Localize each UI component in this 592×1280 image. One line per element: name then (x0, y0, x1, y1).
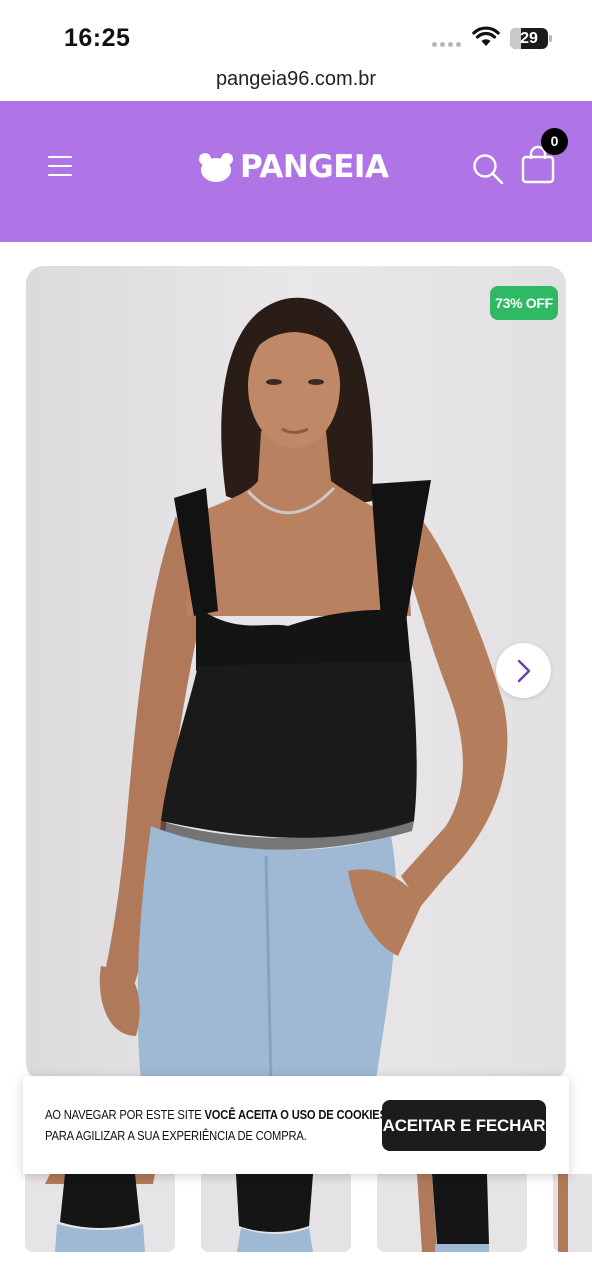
cellular-signal-icon (432, 42, 461, 47)
bear-logo-icon (199, 153, 233, 182)
cookie-text-part1: AO NAVEGAR POR ESTE SITE (45, 1107, 205, 1122)
status-time: 16:25 (64, 24, 131, 52)
chevron-right-icon (517, 659, 531, 683)
cookie-text-bold: VOCÊ ACEITA O USO DE COOKIES (204, 1107, 388, 1122)
brand-logo[interactable]: PANGEIA (198, 145, 389, 189)
cookie-consent-banner: AO NAVEGAR POR ESTE SITE VOCÊ ACEITA O U… (23, 1076, 569, 1174)
gallery-next-button[interactable] (496, 643, 551, 698)
search-icon[interactable] (470, 151, 506, 187)
gallery-thumbnail[interactable] (553, 1174, 592, 1252)
accept-cookies-button[interactable]: ACEITAR E FECHAR (382, 1100, 546, 1151)
battery-icon: 29 (510, 28, 552, 50)
gallery-thumbnail[interactable] (201, 1174, 351, 1252)
cart-count-badge: 0 (541, 128, 568, 155)
gallery-thumbnail[interactable] (25, 1174, 175, 1252)
gallery-thumbnail[interactable] (377, 1174, 527, 1252)
wifi-icon (472, 26, 500, 46)
hamburger-menu-icon[interactable] (48, 156, 74, 178)
discount-badge: 73% OFF (490, 286, 558, 320)
address-bar-url[interactable]: pangeia96.com.br (0, 68, 592, 91)
battery-percentage: 29 (520, 30, 538, 47)
cookie-consent-text: AO NAVEGAR POR ESTE SITE VOCÊ ACEITA O U… (45, 1104, 387, 1146)
model-photo-illustration (26, 266, 566, 1081)
brand-name: PANGEIA (240, 149, 389, 185)
cookie-text-part2: PARA AGILIZAR A SUA EXPERIÊNCIA DE COMPR… (45, 1128, 307, 1143)
gallery-thumbnails (0, 1174, 592, 1252)
product-photo[interactable] (26, 266, 566, 1081)
status-bar: 16:25 29 (0, 0, 592, 64)
